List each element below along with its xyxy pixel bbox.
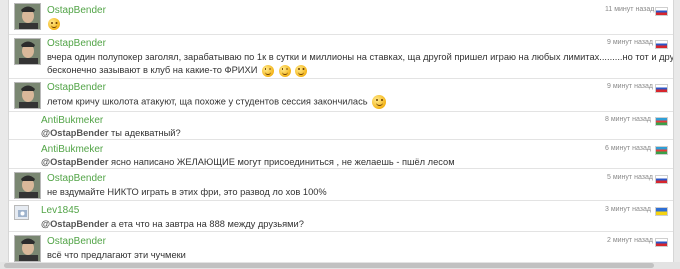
message-item: Lev1845 3 минут назад @OstapBender а ета… bbox=[9, 201, 673, 232]
message-time: 9 минут назад bbox=[607, 83, 653, 90]
avatar[interactable] bbox=[14, 235, 41, 262]
message-text: вчера один полупокер заголял, зарабатыва… bbox=[47, 52, 674, 62]
avatar[interactable] bbox=[14, 172, 41, 199]
horizontal-scrollbar[interactable] bbox=[0, 262, 680, 269]
message-item: OstapBender 2 минут назад всё что предла… bbox=[9, 232, 673, 262]
avatar[interactable] bbox=[14, 3, 41, 30]
message-text-line: летом кричу школота атакуют, ща похоже у… bbox=[47, 95, 387, 109]
smiley-icon bbox=[295, 64, 308, 77]
russia-flag-icon bbox=[655, 40, 668, 49]
message-text-line: @OstapBender ясно написано ЖЕЛАЮЩИЕ могу… bbox=[41, 156, 455, 169]
avatar[interactable] bbox=[14, 82, 41, 109]
message-text-line2: бесконечно зазывают в клуб на какие-то Ф… bbox=[47, 64, 308, 77]
chat-window: OstapBender 11 минут назад OstapBender 9… bbox=[0, 0, 680, 269]
message-author[interactable]: AntiBukmeker bbox=[41, 144, 103, 155]
message-author[interactable]: Lev1845 bbox=[41, 205, 79, 216]
message-text-line: @OstapBender ты адекватный? bbox=[41, 127, 181, 140]
message-item: OstapBender 11 минут назад bbox=[9, 0, 673, 35]
message-item: OstapBender 9 минут назад вчера один пол… bbox=[9, 35, 673, 79]
message-time: 9 минут назад bbox=[607, 39, 653, 46]
message-time: 3 минут назад bbox=[605, 206, 651, 213]
message-time: 6 минут назад bbox=[605, 145, 651, 152]
mention-link[interactable]: @OstapBender bbox=[41, 128, 108, 138]
mention-link[interactable]: @OstapBender bbox=[41, 157, 108, 167]
message-item: AntiBukmeker 8 минут назад @OstapBender … bbox=[9, 112, 673, 140]
smiley-icon bbox=[278, 64, 291, 77]
smiley-icon bbox=[48, 18, 60, 30]
scrollbar-thumb[interactable] bbox=[4, 263, 654, 268]
message-text: бесконечно зазывают в клуб на какие-то Ф… bbox=[47, 65, 258, 75]
smiley-icon bbox=[261, 64, 274, 77]
russia-flag-icon bbox=[655, 175, 668, 184]
message-text-line: @OstapBender а ета что на завтра на 888 … bbox=[41, 218, 304, 231]
ukraine-flag-icon bbox=[655, 207, 668, 216]
message-text: летом кричу школота атакуют, ща похоже у… bbox=[47, 96, 368, 107]
message-time: 2 минут назад bbox=[607, 237, 653, 244]
message-author[interactable]: OstapBender bbox=[47, 82, 106, 93]
russia-flag-icon bbox=[655, 7, 668, 16]
message-time: 11 минут назад bbox=[605, 6, 655, 13]
message-text: ты адекватный? bbox=[108, 128, 181, 138]
message-text: ясно написано ЖЕЛАЮЩИЕ могут присоединит… bbox=[108, 157, 455, 167]
avatar[interactable] bbox=[14, 38, 41, 65]
message-author[interactable]: OstapBender bbox=[47, 173, 106, 184]
message-item: OstapBender 5 минут назад не вздумайте Н… bbox=[9, 169, 673, 201]
message-text: не вздумайте НИКТО играть в этих фри, эт… bbox=[47, 187, 327, 197]
avatar[interactable] bbox=[14, 205, 29, 220]
message-text: а ета что на завтра на 888 между друзьям… bbox=[108, 219, 304, 229]
azerbaijan-flag-icon bbox=[655, 117, 668, 126]
message-feed[interactable]: OstapBender 11 минут назад OstapBender 9… bbox=[8, 0, 674, 262]
message-item: AntiBukmeker 6 минут назад @OstapBender … bbox=[9, 140, 673, 169]
message-author[interactable]: OstapBender bbox=[47, 5, 106, 16]
message-time: 5 минут назад bbox=[607, 174, 653, 181]
message-author[interactable]: AntiBukmeker bbox=[41, 115, 103, 126]
message-author[interactable]: OstapBender bbox=[47, 38, 106, 49]
message-item: OstapBender 9 минут назад летом кричу шк… bbox=[9, 79, 673, 112]
message-author[interactable]: OstapBender bbox=[47, 236, 106, 247]
message-text: всё что предлагают эти чучмеки bbox=[47, 250, 186, 260]
russia-flag-icon bbox=[655, 238, 668, 247]
smiley-icon bbox=[372, 95, 387, 109]
russia-flag-icon bbox=[655, 84, 668, 93]
azerbaijan-flag-icon bbox=[655, 146, 668, 155]
message-time: 8 минут назад bbox=[605, 116, 651, 123]
mention-link[interactable]: @OstapBender bbox=[41, 219, 108, 229]
